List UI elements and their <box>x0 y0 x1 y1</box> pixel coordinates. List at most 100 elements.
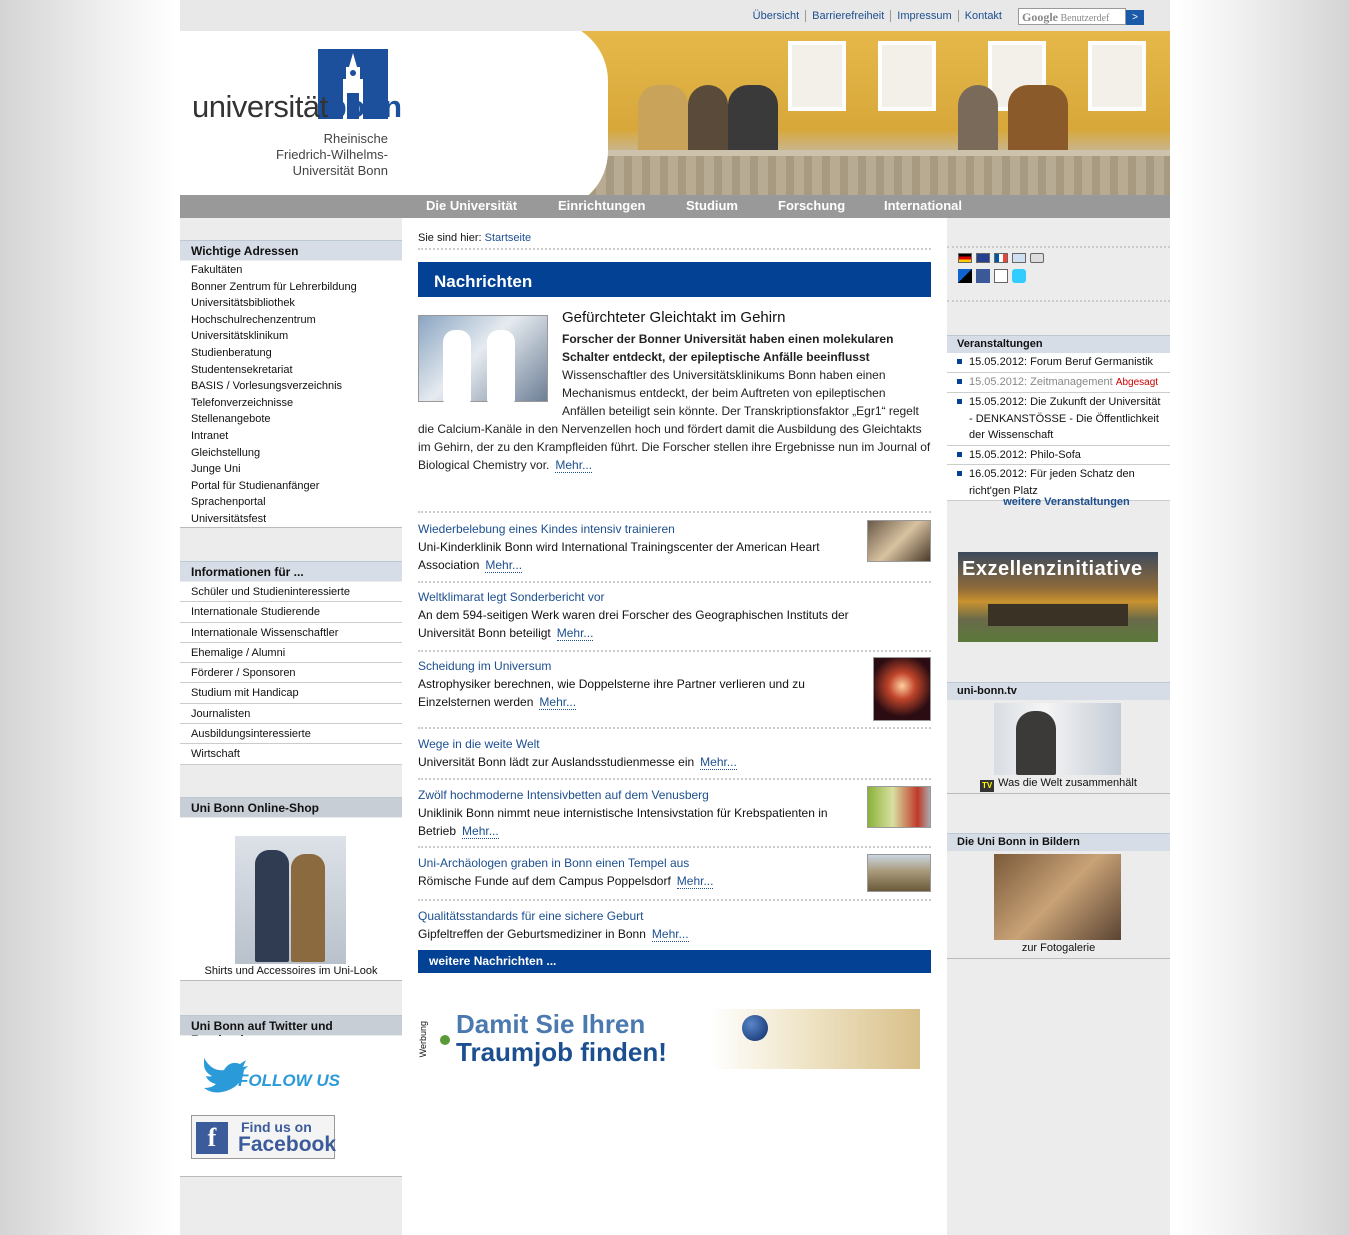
link-impressum[interactable]: Impressum <box>890 10 958 22</box>
news-thumbnail[interactable] <box>873 657 931 721</box>
list-item[interactable]: Gleichstellung <box>180 445 402 462</box>
event-item[interactable]: 15.05.2012: Forum Beruf Germanistik <box>947 353 1170 373</box>
german-flag-icon[interactable] <box>958 253 972 263</box>
delicious-icon[interactable] <box>958 269 972 283</box>
news-title[interactable]: Wiederbelebung eines Kindes intensiv tra… <box>418 520 931 538</box>
top-news-body-rest: die Calcium-Kanäle in den Nervenzellen h… <box>418 422 931 472</box>
news-heading: Nachrichten <box>418 262 931 297</box>
event-item[interactable]: 15.05.2012: Die Zukunft der Universität … <box>947 393 1170 446</box>
twitter-follow-button[interactable]: FOLLOW US! <box>198 1050 346 1096</box>
list-item[interactable]: Studienberatung <box>180 345 402 362</box>
news-thumbnail[interactable] <box>867 854 931 892</box>
list-item[interactable]: Sprachenportal <box>180 494 402 511</box>
ad-banner[interactable]: Damit Sie Ihren Traumjob finden! <box>452 1009 920 1069</box>
more-events-link[interactable]: weitere Veranstaltungen <box>1003 496 1130 508</box>
event-item[interactable]: 15.05.2012: Philo-Sofa <box>947 446 1170 465</box>
tv-caption[interactable]: TV Was die Welt zusammenhält <box>947 777 1170 792</box>
link-uebersicht[interactable]: Übersicht <box>747 10 805 22</box>
logo-text-main: universität <box>192 89 328 124</box>
twitter-share-icon[interactable] <box>1012 269 1026 283</box>
list-item[interactable]: Förderer / Sponsoren <box>180 663 402 684</box>
tv-icon: TV <box>980 780 995 792</box>
gallery-link[interactable]: zur Fotogalerie <box>947 942 1170 954</box>
nav-forschung[interactable]: Forschung <box>778 198 845 213</box>
ad-line-1: Damit Sie Ihren <box>456 1009 646 1039</box>
list-item[interactable]: Wirtschaft <box>180 744 402 765</box>
exzellenzinitiative-banner[interactable]: Exzellenzinitiative <box>958 552 1158 642</box>
list-item[interactable]: Internationale Studierende <box>180 602 402 623</box>
french-flag-icon[interactable] <box>994 253 1008 263</box>
list-item[interactable]: Ausbildungsinteressierte <box>180 724 402 745</box>
more-news-button[interactable]: weitere Nachrichten ... <box>418 950 931 973</box>
list-item[interactable]: Fakultäten <box>180 262 402 279</box>
search-input[interactable]: Google Benutzerdef <box>1018 8 1126 25</box>
more-link[interactable]: Mehr... <box>676 874 714 889</box>
shop-caption[interactable]: Shirts und Accessoires im Uni-Look <box>180 965 402 977</box>
list-item[interactable]: Studium mit Handicap <box>180 683 402 704</box>
utility-bar: Übersicht Barrierefreiheit Impressum Kontak… <box>180 0 1170 31</box>
divider <box>947 958 1170 959</box>
list-item[interactable]: Bonner Zentrum für Lehrerbildung <box>180 279 402 296</box>
news-title[interactable]: Zwölf hochmoderne Intensivbetten auf dem… <box>418 786 931 804</box>
logo-wordmark[interactable]: universitätbonn <box>192 89 402 125</box>
email-icon[interactable] <box>1012 253 1026 263</box>
link-kontakt[interactable]: Kontakt <box>957 10 1008 22</box>
news-thumbnail[interactable] <box>867 520 931 562</box>
news-title[interactable]: Scheidung im Universum <box>418 657 931 675</box>
ad-info-icon[interactable] <box>440 1035 450 1045</box>
news-title[interactable]: Uni-Archäologen graben in Bonn einen Tem… <box>418 854 931 872</box>
list-item[interactable]: Hochschulrechenzentrum <box>180 312 402 329</box>
news-title[interactable]: Weltklimarat legt Sonderbericht vor <box>418 588 931 606</box>
shop-image[interactable] <box>235 836 346 964</box>
list-item[interactable]: Schüler und Studieninteressierte <box>180 582 402 603</box>
more-link[interactable]: Mehr... <box>485 558 523 573</box>
gallery-image[interactable] <box>994 854 1121 940</box>
list-item[interactable]: Stellenangebote <box>180 411 402 428</box>
nav-einrichtungen[interactable]: Einrichtungen <box>558 198 645 213</box>
more-link[interactable]: Mehr... <box>539 695 577 710</box>
event-item[interactable]: 15.05.2012: Zeitmanagement Abgesagt <box>947 373 1170 393</box>
header: universitätbonn Rheinische Friedrich-Wil… <box>180 31 1170 195</box>
search-button[interactable]: > <box>1126 10 1144 25</box>
list-item[interactable]: Studentensekretariat <box>180 362 402 379</box>
list-item[interactable]: Intranet <box>180 428 402 445</box>
news-thumbnail[interactable] <box>867 786 931 828</box>
shop-box: Shirts und Accessoires im Uni-Look <box>180 818 402 980</box>
main-navigation: Die Universität Einrichtungen Studium Fo… <box>180 195 1170 218</box>
facebook-button[interactable]: f Find us on Facebook <box>191 1115 336 1159</box>
list-item[interactable]: BASIS / Vorlesungsverzeichnis <box>180 378 402 395</box>
more-link[interactable]: Mehr... <box>651 927 689 942</box>
advertisement[interactable]: Werbung Damit Sie Ihren Traumjob finden! <box>418 1007 920 1069</box>
list-item[interactable]: Portal für Studienanfänger <box>180 478 402 495</box>
google-share-icon[interactable] <box>994 269 1008 283</box>
more-link[interactable]: Mehr... <box>700 755 737 770</box>
english-flag-icon[interactable] <box>976 253 990 263</box>
list-item[interactable]: Internationale Wissenschaftler <box>180 623 402 643</box>
print-icon[interactable] <box>1030 253 1044 263</box>
list-item[interactable]: Universitätsklinikum <box>180 328 402 345</box>
logo-text-bonn: bonn <box>327 89 402 124</box>
list-item[interactable]: Universitätsbibliothek <box>180 295 402 312</box>
more-link[interactable]: Mehr... <box>462 824 499 839</box>
breadcrumb-startseite[interactable]: Startseite <box>485 232 531 244</box>
list-item[interactable]: Journalisten <box>180 704 402 725</box>
top-news-title[interactable]: Gefürchteter Gleichtakt im Gehirn <box>562 309 785 326</box>
news-title[interactable]: Qualitätsstandards für eine sichere Gebu… <box>418 907 931 925</box>
top-news-body: Wissenschaftler des Universitätsklinikum… <box>418 366 931 474</box>
facebook-share-icon[interactable] <box>976 269 990 283</box>
link-barrierefreiheit[interactable]: Barrierefreiheit <box>805 10 891 22</box>
tv-video-thumbnail[interactable] <box>994 703 1121 775</box>
divider <box>418 248 931 250</box>
nav-die-universitaet[interactable]: Die Universität <box>426 198 517 213</box>
nav-international[interactable]: International <box>884 198 962 213</box>
more-link[interactable]: Mehr... <box>556 626 594 641</box>
list-item[interactable]: Junge Uni <box>180 461 402 478</box>
nav-studium[interactable]: Studium <box>686 198 738 213</box>
news-desc: Römische Funde auf dem Campus Poppelsdor… <box>418 874 671 888</box>
more-link[interactable]: Mehr... <box>555 458 593 473</box>
logo-subtitle-line: Friedrich-Wilhelms- <box>276 147 388 162</box>
news-title[interactable]: Wege in die weite Welt <box>418 735 931 753</box>
list-item[interactable]: Ehemalige / Alumni <box>180 643 402 664</box>
list-item[interactable]: Telefonverzeichnisse <box>180 395 402 412</box>
list-item[interactable]: Universitätsfest <box>180 511 402 528</box>
